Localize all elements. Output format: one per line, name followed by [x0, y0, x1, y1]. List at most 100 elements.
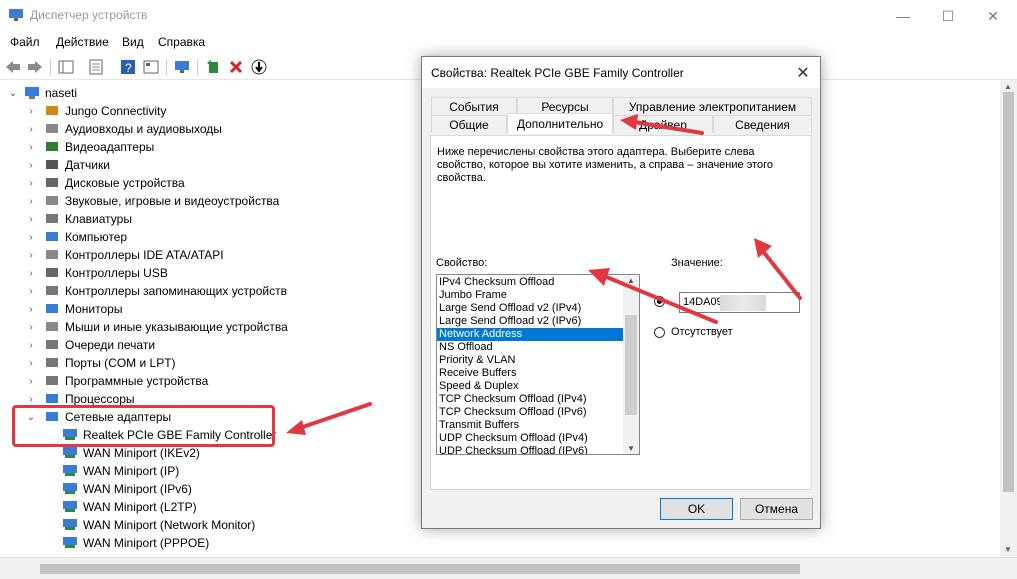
device-category-icon [46, 160, 58, 169]
tree-root-label: naseti [45, 86, 78, 100]
tree-category[interactable]: Контроллеры запоминающих устройств [44, 282, 287, 300]
property-list-item[interactable]: TCP Checksum Offload (IPv4) [437, 393, 624, 406]
expand-chevron-icon[interactable]: › [26, 192, 36, 210]
property-list-item[interactable]: UDP Checksum Offload (IPv4) [437, 432, 624, 445]
device-category-icon [46, 214, 58, 223]
annotation-arrow [588, 268, 718, 324]
tree-category[interactable]: Датчики [44, 156, 110, 174]
tree-category[interactable]: Мыши и иные указывающие устройства [44, 318, 288, 336]
title-bar: Диспетчер устройств — ☐ ✕ [0, 0, 1017, 32]
horizontal-scrollbar[interactable] [0, 557, 1017, 579]
property-list-item[interactable]: UDP Checksum Offload (IPv6) [437, 445, 624, 454]
back-icon[interactable] [4, 58, 22, 76]
ok-button[interactable]: OK [660, 498, 733, 520]
tree-category[interactable]: Контроллеры IDE ATA/ATAPI [44, 246, 224, 264]
minimize-button[interactable]: — [880, 0, 926, 32]
dialog-close-button[interactable]: ✕ [792, 62, 814, 84]
tree-category[interactable]: Контроллеры USB [44, 264, 168, 282]
tree-device[interactable]: WAN Miniport (IPv6) [62, 480, 192, 498]
scan-hardware-icon[interactable] [173, 58, 191, 76]
expand-chevron-icon[interactable]: › [26, 300, 36, 318]
dialog-title-bar: Свойства: Realtek PCIe GBE Family Contro… [422, 57, 820, 88]
tree-category-label: Контроллеры запоминающих устройств [65, 284, 287, 298]
tree-device-label: WAN Miniport (IPv6) [83, 482, 192, 496]
device-category-icon [46, 232, 58, 241]
tab-general[interactable]: Общие [431, 115, 507, 133]
network-adapter-icon [63, 501, 77, 512]
close-button[interactable]: ✕ [970, 0, 1016, 32]
scroll-down-icon[interactable]: ▼ [627, 444, 635, 453]
tree-category[interactable]: Компьютер [44, 228, 127, 246]
tab-events[interactable]: События [431, 97, 517, 115]
help-icon[interactable]: ? [119, 58, 137, 76]
vertical-scrollbar[interactable]: ▲ ▼ [1000, 80, 1017, 556]
update-driver-icon[interactable] [204, 58, 222, 76]
tree-category[interactable]: Звуковые, игровые и видеоустройства [44, 192, 279, 210]
expand-chevron-icon[interactable]: › [26, 282, 36, 300]
network-adapter-icon [63, 519, 77, 530]
tree-category[interactable]: Мониторы [44, 300, 122, 318]
property-list-item[interactable]: Receive Buffers [437, 367, 624, 380]
uninstall-icon[interactable] [227, 58, 245, 76]
tree-category[interactable]: Порты (COM и LPT) [44, 354, 176, 372]
menu-action[interactable]: Действие [56, 35, 109, 49]
tree-root[interactable]: naseti [24, 84, 77, 102]
cancel-button[interactable]: Отмена [740, 498, 813, 520]
expand-chevron-icon[interactable]: › [26, 336, 36, 354]
expand-chevron-icon[interactable]: › [26, 246, 36, 264]
expand-chevron-icon[interactable]: › [26, 318, 36, 336]
tab-advanced[interactable]: Дополнительно [507, 113, 613, 134]
tree-category[interactable]: Очереди печати [44, 336, 155, 354]
tree-category[interactable]: Клавиатуры [44, 210, 132, 228]
toolbar-separator [197, 59, 198, 75]
expand-chevron-icon[interactable]: › [26, 264, 36, 282]
property-list-item[interactable]: Priority & VLAN [437, 354, 624, 367]
tree-category[interactable]: Дисковые устройства [44, 174, 185, 192]
property-list-item[interactable]: NS Offload [437, 341, 624, 354]
expand-chevron-icon[interactable]: › [26, 156, 36, 174]
annotation-arrow [620, 114, 704, 135]
expand-chevron-icon[interactable]: › [26, 138, 36, 156]
expand-chevron-icon[interactable]: › [26, 210, 36, 228]
menu-help[interactable]: Справка [158, 35, 205, 49]
expand-chevron-icon[interactable]: › [26, 228, 36, 246]
properties-icon[interactable] [87, 58, 105, 76]
expand-chevron-icon[interactable]: › [26, 372, 36, 390]
properties-dialog: Свойства: Realtek PCIe GBE Family Contro… [421, 56, 821, 529]
tab-details[interactable]: Сведения [713, 115, 812, 133]
annotation-arrow [754, 238, 802, 300]
expand-chevron-icon[interactable]: › [26, 174, 36, 192]
tree-device[interactable]: WAN Miniport (L2TP) [62, 498, 197, 516]
tree-device-label: WAN Miniport (Network Monitor) [83, 518, 256, 532]
tree-category-label: Мониторы [65, 302, 123, 316]
highlight-box [12, 405, 275, 447]
forward-icon[interactable] [26, 58, 44, 76]
tree-category[interactable]: Программные устройства [44, 372, 208, 390]
menu-view[interactable]: Вид [122, 35, 144, 49]
disable-device-icon[interactable] [250, 58, 268, 76]
tree-device[interactable]: WAN Miniport (PPPOE) [62, 534, 209, 552]
maximize-button[interactable]: ☐ [925, 0, 971, 32]
collapse-chevron-icon[interactable]: ⌄ [8, 84, 18, 102]
menu-file[interactable]: Файл [10, 35, 40, 49]
property-list-item[interactable]: Speed & Duplex [437, 380, 624, 393]
tree-device-label: WAN Miniport (IP) [83, 464, 180, 478]
tree-device[interactable]: WAN Miniport (IP) [62, 462, 179, 480]
description-text: Ниже перечислены свойства этого адаптера… [437, 146, 773, 184]
scroll-up-icon[interactable]: ▲ [1004, 82, 1012, 91]
tree-category[interactable]: Аудиовходы и аудиовыходы [44, 120, 222, 138]
console-tree-icon[interactable] [57, 58, 75, 76]
tree-category[interactable]: Видеоадаптеры [44, 138, 154, 156]
expand-chevron-icon[interactable]: › [26, 354, 36, 372]
tree-category[interactable]: Jungo Connectivity [44, 102, 166, 120]
expand-chevron-icon[interactable]: › [26, 102, 36, 120]
property-list-item[interactable]: Transmit Buffers [437, 419, 624, 432]
tree-category-label: Программные устройства [65, 374, 209, 388]
property-list-item[interactable]: TCP Checksum Offload (IPv6) [437, 406, 624, 419]
tree-device[interactable]: WAN Miniport (Network Monitor) [62, 516, 255, 534]
scrollbar-thumb[interactable] [1003, 92, 1014, 492]
scrollbar-thumb[interactable] [40, 564, 800, 574]
expand-chevron-icon[interactable]: › [26, 120, 36, 138]
grid-view-icon[interactable] [142, 58, 160, 76]
scroll-down-icon[interactable]: ▼ [1004, 545, 1012, 554]
